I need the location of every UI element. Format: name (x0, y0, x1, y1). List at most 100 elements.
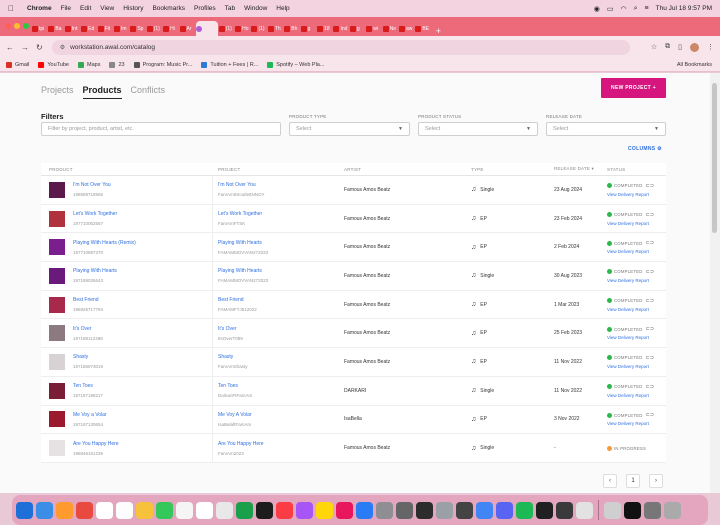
browser-tab[interactable] (195, 21, 218, 36)
control-center-icon[interactable]: ≡ (645, 5, 649, 12)
dock-app-icon[interactable] (356, 501, 373, 519)
dock-app-icon[interactable] (276, 501, 293, 519)
dock-app-icon[interactable] (56, 501, 73, 519)
bookmark-item[interactable]: Program: Music Pr... (133, 61, 192, 68)
project-title-link[interactable]: Ten Toes (218, 383, 339, 389)
dock-app-icon[interactable] (476, 501, 493, 519)
dock-app-icon[interactable] (436, 501, 453, 519)
current-page[interactable]: 1 (626, 474, 640, 488)
view-delivery-report-link[interactable]: View Delivery Report (607, 364, 666, 369)
project-title-link[interactable]: Shasty (218, 354, 339, 360)
artwork-thumbnail[interactable] (49, 353, 65, 370)
link-icon[interactable]: ⊂⊃ (646, 269, 655, 275)
dock-app-icon[interactable] (96, 501, 113, 519)
header-artist[interactable]: ARTIST (339, 167, 466, 172)
browser-tab[interactable]: Bh (284, 21, 300, 36)
browser-tab[interactable]: Im (113, 21, 130, 36)
product-title-link[interactable]: Are You Happy Here (73, 441, 119, 447)
side-panel-icon[interactable]: ▯ (678, 43, 682, 51)
dock-app-icon[interactable] (624, 501, 641, 519)
browser-tab[interactable]: wi (366, 21, 382, 36)
bookmark-item[interactable]: Gmail (6, 61, 29, 68)
dock-app-icon[interactable] (496, 501, 513, 519)
dock-app-icon[interactable] (116, 501, 133, 519)
site-info-icon[interactable]: ⚙ (60, 44, 65, 51)
project-title-link[interactable]: Playing With Hearts (218, 268, 339, 274)
wifi-icon[interactable]: ◠ (621, 5, 627, 13)
tab-projects[interactable]: Projects (41, 85, 74, 99)
menu-file[interactable]: File (61, 5, 71, 12)
project-title-link[interactable]: Are You Happy Here (218, 441, 339, 447)
artwork-thumbnail[interactable] (49, 440, 65, 457)
view-delivery-report-link[interactable]: View Delivery Report (607, 307, 666, 312)
project-title-link[interactable]: It's Over (218, 326, 339, 332)
bookmark-item[interactable]: Spotify – Web Pla... (267, 61, 324, 68)
browser-tab[interactable]: g (349, 21, 366, 36)
artwork-thumbnail[interactable] (49, 181, 65, 198)
dock-app-icon[interactable] (556, 501, 573, 519)
table-row[interactable]: Shasty 197186973019 Shasty FamAmShasty Famou… (41, 348, 666, 377)
table-row[interactable]: I'm Not Over You 198588718555 I'm Not Over… (41, 176, 666, 205)
all-bookmarks[interactable]: All Bookmarks (677, 62, 712, 68)
artwork-thumbnail[interactable] (49, 382, 65, 399)
bookmark-item[interactable]: Maps (78, 61, 100, 68)
menu-app-name[interactable]: Chrome (27, 5, 52, 12)
address-bar[interactable]: ⚙ workstation.awal.com/catalog (51, 39, 630, 55)
forward-icon[interactable]: → (21, 43, 29, 52)
zoom-window-icon[interactable] (23, 23, 29, 29)
link-icon[interactable]: ⊂⊃ (646, 183, 655, 189)
product-title-link[interactable]: Let's Work Together (73, 211, 117, 217)
product-title-link[interactable]: Shasty (73, 354, 103, 360)
table-row[interactable]: Playing With Hearts (Remix) 197710887370 P… (41, 233, 666, 263)
minimize-window-icon[interactable] (14, 23, 20, 29)
browser-tab[interactable]: Ar (179, 21, 196, 36)
dock-app-icon[interactable] (664, 501, 681, 519)
next-page-button[interactable]: › (649, 474, 663, 488)
browser-tab[interactable]: Fit (97, 21, 114, 36)
project-title-link[interactable]: Me Voy A Volar (218, 412, 339, 418)
close-window-icon[interactable] (5, 23, 11, 29)
bookmark-item[interactable]: 23 (109, 61, 125, 68)
link-icon[interactable]: ⊂⊃ (646, 240, 655, 246)
menu-window[interactable]: Window (244, 5, 267, 12)
product-title-link[interactable]: Playing With Hearts (73, 268, 117, 274)
link-icon[interactable]: ⊂⊃ (646, 355, 655, 361)
browser-tab[interactable]: (1) (218, 21, 235, 36)
project-title-link[interactable]: I'm Not Over You (218, 182, 339, 188)
extensions-icon[interactable]: ⧉ (665, 43, 670, 51)
dock-app-icon[interactable] (576, 501, 593, 519)
menu-clock[interactable]: Thu Jul 18 9:57 PM (656, 5, 712, 12)
menu-bookmarks[interactable]: Bookmarks (152, 5, 185, 12)
dock-app-icon[interactable] (236, 501, 253, 519)
filter-search-input[interactable]: Filter by project, product, artist, etc. (41, 122, 281, 136)
dock-app-icon[interactable] (536, 501, 553, 519)
dock-app-icon[interactable] (136, 501, 153, 519)
dock-app-icon[interactable] (216, 501, 233, 519)
view-delivery-report-link[interactable]: View Delivery Report (607, 278, 666, 283)
link-icon[interactable]: ⊂⊃ (646, 212, 655, 218)
battery-icon[interactable]: ▭ (607, 5, 614, 13)
bookmark-star-icon[interactable]: ☆ (651, 43, 657, 51)
browser-tab[interactable]: Sp (130, 21, 146, 36)
product-status-select[interactable]: Select ▼ (418, 122, 538, 136)
project-title-link[interactable]: Playing With Hearts (218, 240, 339, 246)
product-title-link[interactable]: Playing With Hearts (Remix) (73, 240, 136, 246)
artwork-thumbnail[interactable] (49, 325, 65, 342)
browser-tab[interactable]: Ed (81, 21, 97, 36)
product-title-link[interactable]: I'm Not Over You (73, 182, 111, 188)
browser-tab[interactable]: BE (415, 21, 431, 36)
dock-app-icon[interactable] (604, 501, 621, 519)
prev-page-button[interactable]: ‹ (603, 474, 617, 488)
dock-app-icon[interactable] (396, 501, 413, 519)
product-title-link[interactable]: Me Voy a Volar (73, 412, 107, 418)
bookmark-item[interactable]: YouTube (38, 61, 69, 68)
browser-tab[interactable]: Ind (333, 21, 349, 36)
browser-tab[interactable]: Ho (235, 21, 251, 36)
header-product[interactable]: PRODUCT (41, 167, 213, 172)
table-row[interactable]: Best Friend 196925717793 Best Friend FAMAMF… (41, 290, 666, 320)
browser-tab[interactable]: Ne (382, 21, 399, 36)
dock-app-icon[interactable] (156, 501, 173, 519)
header-type[interactable]: TYPE (466, 167, 549, 172)
browser-tab[interactable]: aw (399, 21, 415, 36)
artwork-thumbnail[interactable] (49, 267, 65, 284)
